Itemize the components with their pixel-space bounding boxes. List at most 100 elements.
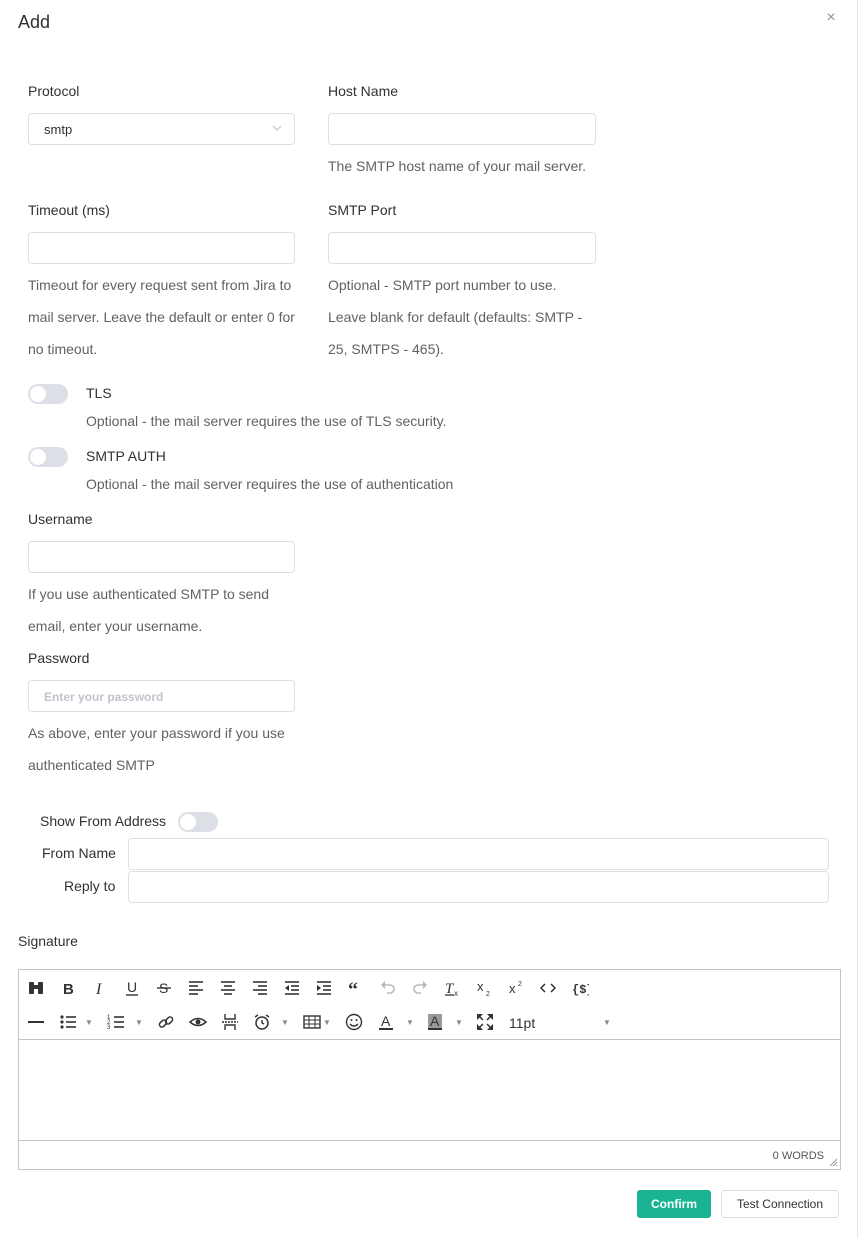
editor-content-area[interactable] (19, 1041, 840, 1140)
clear-format-icon[interactable]: Tx (441, 977, 463, 999)
word-count: 0 WORDS (772, 1150, 824, 1162)
blockquote-icon[interactable]: “ (345, 977, 367, 999)
numbered-list-icon[interactable]: 123 (105, 1011, 127, 1033)
password-input[interactable] (28, 680, 295, 712)
confirm-button[interactable]: Confirm (637, 1190, 711, 1218)
strikethrough-icon[interactable]: S (153, 977, 175, 999)
chevron-down-icon: ▼ (603, 1018, 611, 1027)
text-color-icon[interactable]: A (375, 1011, 397, 1033)
password-help-2: authenticated SMTP (28, 757, 155, 773)
smtp-auth-help: Optional - the mail server requires the … (86, 476, 454, 492)
timeout-label: Timeout (ms) (28, 202, 110, 218)
editor-statusbar: 0 WORDS (19, 1140, 840, 1169)
host-label: Host Name (328, 83, 399, 99)
chevron-down-icon[interactable]: ▼ (281, 1019, 289, 1027)
undo-icon[interactable] (377, 977, 399, 999)
dialog-title: Add (18, 12, 51, 32)
align-center-icon[interactable] (217, 977, 239, 999)
port-label: SMTP Port (328, 202, 397, 218)
link-icon[interactable] (155, 1011, 177, 1033)
chevron-down-icon[interactable]: ▼ (85, 1019, 93, 1027)
chevron-down-icon (272, 125, 282, 131)
font-size-select[interactable]: 11pt ▼ (509, 1014, 615, 1032)
preview-icon[interactable] (187, 1011, 209, 1033)
italic-icon[interactable]: I (89, 977, 111, 999)
outdent-icon[interactable] (281, 977, 303, 999)
chevron-down-icon[interactable]: ▼ (455, 1019, 463, 1027)
redo-icon[interactable] (409, 977, 431, 999)
svg-text:U: U (127, 979, 137, 995)
svg-text:x: x (454, 989, 458, 997)
svg-text:2: 2 (518, 981, 522, 988)
fullscreen-icon[interactable] (474, 1011, 496, 1033)
host-input[interactable] (328, 113, 596, 145)
svg-text:I: I (95, 981, 102, 997)
svg-text:B: B (63, 981, 74, 997)
test-connection-button[interactable]: Test Connection (721, 1190, 839, 1218)
username-label: Username (28, 511, 93, 527)
port-help-1: Optional - SMTP port number to use. (328, 277, 557, 293)
password-help-1: As above, enter your password if you use (28, 725, 285, 741)
timeout-help-2: mail server. Leave the default or enter … (28, 309, 295, 325)
resize-handle-icon[interactable] (828, 1157, 838, 1167)
port-help-3: 25, SMTPS - 465). (328, 341, 444, 357)
svg-text:{$}: {$} (572, 983, 589, 997)
protocol-value: smtp (44, 122, 73, 137)
underline-icon[interactable]: U (121, 977, 143, 999)
add-dialog: Add × Protocol smtp Host Name The SMTP h… (0, 0, 858, 1238)
find-replace-icon[interactable] (25, 977, 47, 999)
tls-label: TLS (86, 385, 112, 401)
protocol-label: Protocol (28, 83, 80, 99)
svg-text:x: x (477, 979, 484, 994)
tls-help: Optional - the mail server requires the … (86, 413, 447, 429)
timeout-help-3: no timeout. (28, 341, 98, 357)
svg-text:3: 3 (107, 1025, 111, 1031)
page-break-icon[interactable] (219, 1011, 241, 1033)
chevron-down-icon[interactable]: ▼ (406, 1019, 414, 1027)
signature-editor: B I U S “ T x x 2 x 2 {$ ▼ 1 2 3 ▼ ▼ ▼ A… (18, 969, 841, 1170)
username-help-1: If you use authenticated SMTP to send (28, 586, 270, 602)
smtp-auth-label: SMTP AUTH (86, 448, 166, 464)
align-left-icon[interactable] (185, 977, 207, 999)
timeout-help-1: Timeout for every request sent from Jira… (28, 277, 292, 293)
from-name-input[interactable] (128, 838, 829, 870)
svg-text:x: x (509, 981, 516, 996)
timeout-input[interactable] (28, 232, 295, 264)
indent-icon[interactable] (313, 977, 335, 999)
reply-to-input[interactable] (128, 871, 829, 903)
chevron-down-icon[interactable]: ▼ (323, 1019, 331, 1027)
close-icon[interactable]: × (823, 10, 839, 26)
font-size-value: 11pt (509, 1015, 536, 1031)
superscript-icon[interactable]: x2 (505, 977, 527, 999)
editor-toolbar: B I U S “ T x x 2 x 2 {$ ▼ 1 2 3 ▼ ▼ ▼ A… (19, 970, 840, 1040)
svg-text:A: A (381, 1013, 391, 1029)
chevron-down-icon[interactable]: ▼ (135, 1019, 143, 1027)
svg-text:2: 2 (486, 991, 490, 997)
background-color-icon[interactable]: A (424, 1011, 446, 1033)
bullet-list-icon[interactable] (57, 1011, 79, 1033)
username-input[interactable] (28, 541, 295, 573)
emoji-icon[interactable] (343, 1011, 365, 1033)
align-right-icon[interactable] (249, 977, 271, 999)
username-help-2: email, enter your username. (28, 618, 203, 634)
alarm-clock-icon[interactable] (251, 1011, 273, 1033)
show-from-switch[interactable] (178, 812, 218, 832)
smtp-auth-switch[interactable] (28, 447, 68, 467)
protocol-select[interactable]: smtp (28, 113, 295, 145)
signature-label: Signature (18, 933, 78, 949)
port-input[interactable] (328, 232, 596, 264)
password-label: Password (28, 650, 90, 666)
tls-switch[interactable] (28, 384, 68, 404)
subscript-icon[interactable]: x2 (473, 977, 495, 999)
from-name-label: From Name (42, 845, 116, 861)
horizontal-rule-icon[interactable] (25, 1011, 47, 1033)
svg-text:“: “ (348, 979, 358, 997)
template-icon[interactable]: {$} (569, 977, 591, 999)
table-icon[interactable] (301, 1011, 323, 1033)
code-icon[interactable] (537, 977, 559, 999)
show-from-label: Show From Address (40, 813, 167, 829)
bold-icon[interactable]: B (57, 977, 79, 999)
svg-text:A: A (430, 1013, 440, 1029)
port-help-2: Leave blank for default (defaults: SMTP … (328, 309, 583, 325)
host-help: The SMTP host name of your mail server. (328, 158, 587, 174)
